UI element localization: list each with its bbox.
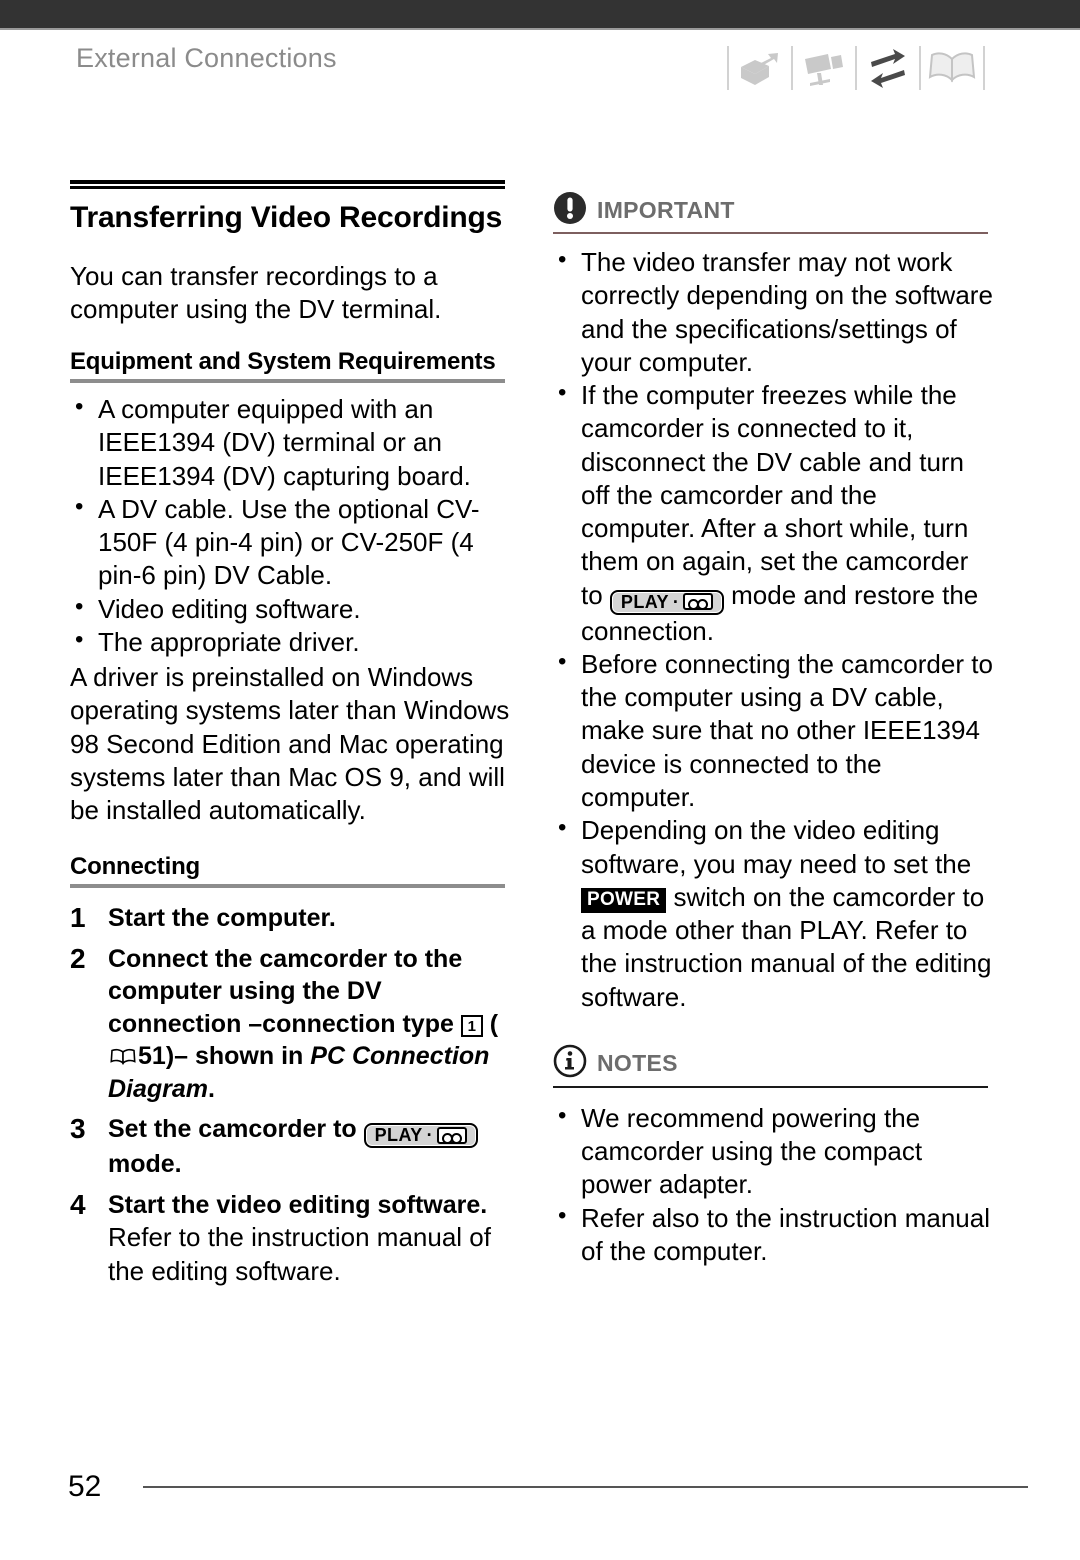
list-item: Video editing software. [70,592,510,626]
open-book-icon[interactable] [921,45,983,91]
requirements-heading: Equipment and System Requirements [70,348,496,376]
step-1: 1 Start the computer. [70,902,510,935]
play-mode-badge: PLAY · [363,1123,478,1149]
step-text-d: . [208,1074,215,1103]
connecting-steps: 1 Start the computer. 2 Connect the camcor… [70,902,510,1288]
right-column: IMPORTANT The video transfer may not wor… [553,190,993,1278]
list-item: We recommend powering the camcorder usin… [553,1101,993,1202]
connecting-heading-rule [70,884,505,889]
notes-callout: NOTES We recommend powering the camcorde… [553,1044,993,1268]
list-item: The appropriate driver. [70,625,510,659]
bullet-text-a: If the computer freezes while the camcor… [581,380,969,610]
top-dark-bar [0,0,1080,30]
driver-note-paragraph: A driver is preinstalled on Windows oper… [70,662,510,826]
important-label: IMPORTANT [597,196,735,223]
unpacking-box-icon[interactable] [729,45,791,91]
power-switch-badge: POWER [581,887,667,913]
step-number: 1 [70,902,86,934]
section-title-rule [70,180,505,189]
footer-rule [143,1486,1028,1488]
connection-type-box: 1 [460,1014,483,1037]
play-mode-badge: PLAY · [609,589,724,615]
list-item: A computer equipped with an IEEE1394 (DV… [70,392,510,493]
step-text-a: Connect the camcorder to the computer us… [108,944,463,1038]
important-callout: IMPORTANT The video transfer may not wor… [553,190,993,1014]
requirements-heading-rule [70,379,505,384]
step-number: 3 [70,1113,86,1145]
step-number: 4 [70,1188,86,1220]
intro-paragraph: You can transfer recordings to a compute… [70,260,442,324]
step-4: 4 Start the video editing software. Refer… [70,1189,510,1288]
step-text-b: ( [482,1009,499,1038]
step-text-c: )– shown in [165,1042,311,1071]
list-item: Refer also to the instruction manual of … [553,1201,993,1269]
open-book-icon [110,1041,136,1066]
list-item: Depending on the video editing software,… [553,813,993,1014]
step-text-b: mode. [108,1150,182,1179]
important-callout-header: IMPORTANT [553,190,993,230]
connecting-heading: Connecting [70,853,200,881]
page-title: Transferring Video Recordings [70,201,503,234]
important-rule [553,232,988,234]
step-text: Start the computer. [108,904,336,933]
icon-divider [983,46,985,90]
header-icon-strip [727,44,985,92]
camcorder-icon[interactable] [793,45,855,91]
notes-rule [553,1085,988,1088]
list-item: Before connecting the camcorder to the c… [553,647,993,814]
left-column: Transferring Video Recordings You can tr… [70,180,510,1296]
bullet-text-a: Depending on the video editing software,… [581,815,972,879]
step-number: 2 [70,942,86,974]
requirements-list: A computer equipped with an IEEE1394 (DV… [70,392,510,659]
step-2: 2 Connect the camcorder to the computer u… [70,943,510,1106]
notes-callout-header: NOTES [553,1044,993,1084]
page-footer: 52 [68,1470,1028,1504]
cassette-tape-icon [436,1126,467,1144]
list-item: A DV cable. Use the optional CV-150F (4 … [70,492,510,593]
page-number: 52 [68,1470,102,1503]
exchange-arrows-icon[interactable] [857,45,919,91]
cassette-tape-icon [682,593,713,611]
step-text-a: Set the camcorder to [108,1115,364,1144]
step-3: 3 Set the camcorder to PLAY · mode. [70,1113,510,1181]
running-header-title: External Connections [76,43,337,73]
step-note: Refer to the instruction manual of the e… [108,1222,491,1286]
page-reference[interactable]: 51 [138,1042,166,1070]
step-text: Start the video editing software. [108,1190,488,1219]
list-item: The video transfer may not work correctl… [553,245,993,379]
notes-label: NOTES [597,1050,678,1077]
list-item: If the computer freezes while the camcor… [553,378,993,648]
exclamation-circle-icon [553,191,587,230]
notes-bullet-list: We recommend powering the camcorder usin… [553,1101,993,1269]
info-circle-icon [553,1044,587,1083]
important-bullet-list: The video transfer may not work correctl… [553,245,993,1014]
